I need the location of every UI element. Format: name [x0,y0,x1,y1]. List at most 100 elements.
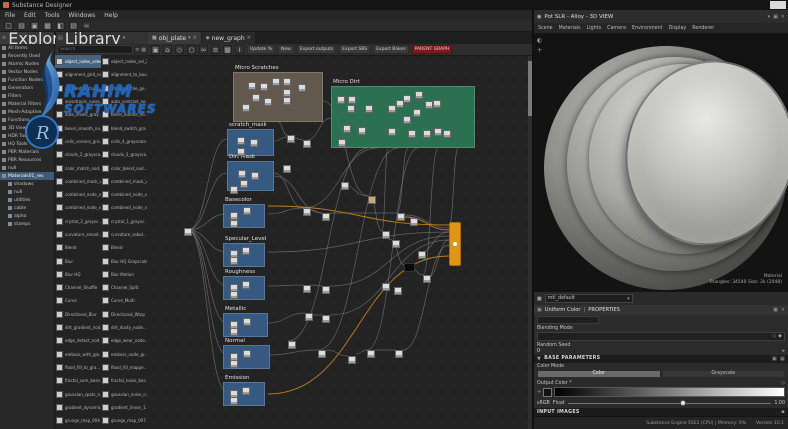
library-item[interactable]: auto_contrast_no… [101,95,147,108]
library-item[interactable]: clouds_3_graysca… [101,148,147,161]
graph-node[interactable] [415,91,423,99]
library-item[interactable]: Blur HQ Grayscale [101,254,147,267]
tree-item-hdr-tools[interactable]: HDR Tools [0,132,54,140]
library-item[interactable]: alignment_grid_no… [55,68,101,81]
graph-node[interactable] [382,231,390,239]
library-item[interactable]: flood_fill_to_gra… [55,361,101,374]
library-item[interactable]: anisotropic_noise… [55,95,101,108]
color-swatch[interactable] [543,388,552,397]
color-mode-color-button[interactable]: Color [537,370,661,379]
graph-node[interactable] [283,97,291,105]
tree-item-pbr-resources[interactable]: PBR Resources [0,156,54,164]
graph-node[interactable] [341,182,349,190]
library-item[interactable]: dirt_gradient_nod… [55,321,101,334]
library-item[interactable]: clouds_2_graysca… [55,148,101,161]
menu-help[interactable]: Help [104,12,118,19]
tree-item-all-items[interactable]: All Items [0,44,54,52]
chevron-down-icon[interactable]: ▾ [123,35,126,41]
library-item[interactable]: bevel_smooth_no… [55,121,101,134]
graph-node[interactable] [230,328,238,336]
slider-thumb[interactable] [680,400,686,406]
library-item[interactable]: fractal_noise_bas… [101,374,147,387]
value-slider[interactable] [568,403,772,404]
save-icon[interactable]: ▣ [151,45,160,54]
graph-node[interactable] [184,228,192,236]
graph-node[interactable] [283,165,291,173]
graph-node[interactable] [358,127,366,135]
library-item[interactable]: blend_switch_gra… [101,121,147,134]
graph-node[interactable] [242,247,250,255]
graph-node[interactable] [388,128,396,136]
tree-item-cable[interactable]: cable [0,204,54,212]
menu-file[interactable]: File [5,12,15,19]
home-icon[interactable]: ⌂ [163,45,172,54]
graph-node[interactable] [443,130,451,138]
collapse-icon[interactable]: ▼ [537,356,541,362]
3d-menu-lights[interactable]: Lights [587,26,601,31]
add-swatch-icon[interactable]: + [537,389,541,395]
library-item[interactable]: Blend [101,241,147,254]
toolbar-button-update[interactable]: Update % [247,45,275,54]
graph-node[interactable] [298,84,306,92]
3d-menu-scene[interactable]: Scene [538,26,553,31]
graph-node[interactable] [288,341,296,349]
dropdown-icon[interactable]: ▾ [188,35,191,41]
graph-node[interactable] [410,218,418,226]
graph-node[interactable] [287,135,295,143]
3d-menu-renderer[interactable]: Renderer [692,26,714,31]
library-item[interactable]: gradient_linear_1… [101,401,147,414]
window-controls[interactable] [770,1,786,9]
toolbar-button-export-bakes[interactable]: Export Bakes [373,45,409,54]
library-item[interactable]: emboss_node_gr… [101,348,147,361]
graph-node[interactable] [243,350,251,358]
library-item[interactable]: object_index_select [55,55,101,68]
graph-node[interactable] [322,315,330,323]
graph-node[interactable] [237,137,245,145]
preset-icon[interactable]: ▣ [772,356,777,362]
graph-node[interactable] [303,140,311,148]
graph-node[interactable] [230,212,238,220]
add-input-icon[interactable]: ▪ [781,409,785,415]
graph-node[interactable] [230,397,238,405]
toolbar-button-export-outputs[interactable]: Export outputs [297,45,336,54]
tree-item-stamps[interactable]: stamps [0,220,54,228]
expand-icon[interactable]: ▸ [782,348,785,354]
graph-node[interactable] [230,360,238,368]
graph-node[interactable] [318,350,326,358]
parent-graph-alert-button[interactable]: PARENT GRAPH [412,45,453,54]
zoom-fit-icon[interactable]: ◇ [175,45,184,54]
graph-node[interactable] [242,281,250,289]
random-seed-row[interactable]: 0 ▸ [537,348,785,355]
graph-node[interactable] [242,387,250,395]
tab-library[interactable]: ▤ Library ▾ [56,32,148,44]
library-item[interactable]: Curve_Multi [101,294,147,307]
tree-item-3d-view[interactable]: 3D View [0,124,54,132]
library-item[interactable]: Blend [55,241,101,254]
library-item[interactable]: Directional_Warp [101,308,147,321]
base-parameters-section[interactable]: ▼ BASE PARAMETERS ▣ ▦ [534,355,788,363]
graph-node[interactable] [413,109,421,117]
graph-node[interactable] [252,94,260,102]
library-item[interactable]: Directional_Blur [55,308,101,321]
graph-node[interactable] [337,96,345,104]
graph-node[interactable] [403,95,411,103]
tree-item-filters[interactable]: Filters [0,92,54,100]
toolbar-button-export-sbs[interactable]: Export SBS [339,45,370,54]
library-item[interactable]: Blur [55,254,101,267]
graph-node[interactable] [230,186,238,194]
graph-tab-obj-plate[interactable]: ■obj_plate▾× [148,32,201,44]
tree-item-function-nodes[interactable]: Function Nodes [0,76,54,84]
graph-node[interactable] [434,128,442,136]
library-item[interactable]: crystal_1_graysc… [101,215,147,228]
graph-node[interactable] [240,180,248,188]
graph-node[interactable] [397,213,405,221]
graph-node[interactable] [260,83,268,91]
graph-node[interactable] [423,275,431,283]
graph-node[interactable] [238,170,246,178]
library-item[interactable]: combined_node_v2… [55,188,101,201]
tree-item-recently-used[interactable]: Recently Used [0,52,54,60]
close-icon[interactable]: × [193,35,197,41]
library-item[interactable]: combined_mask_v1… [55,175,101,188]
3d-menu-display[interactable]: Display [669,26,687,31]
graph-node[interactable] [303,285,311,293]
